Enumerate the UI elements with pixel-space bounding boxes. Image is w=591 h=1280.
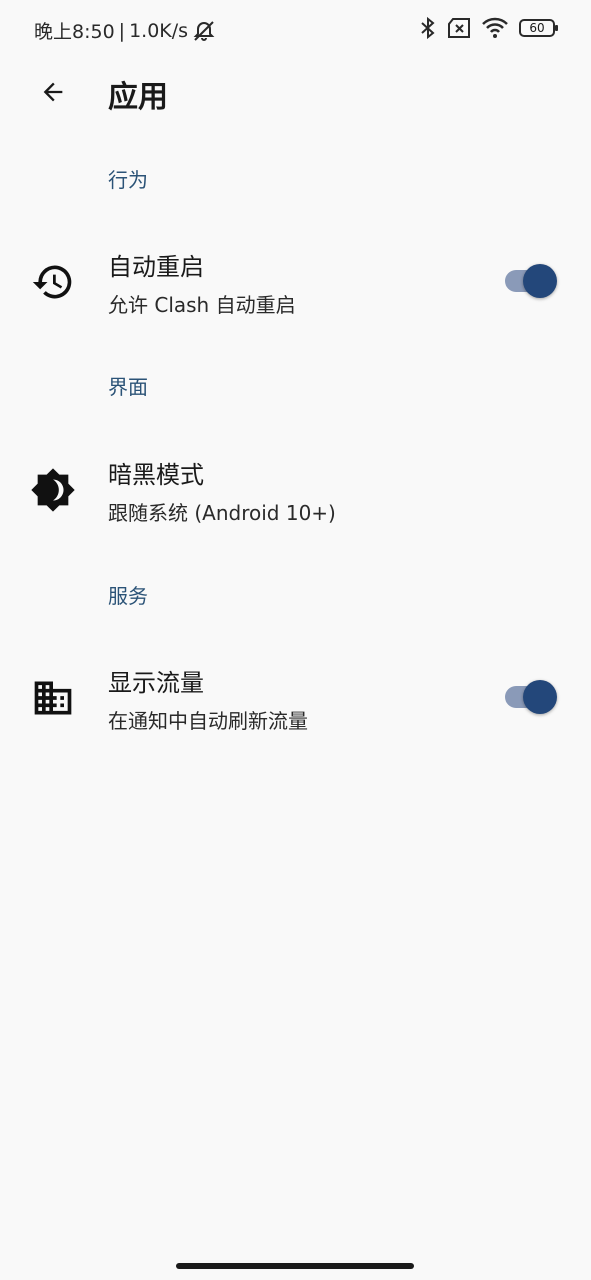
gesture-nav-handle[interactable] (176, 1263, 414, 1269)
pref-title: 自动重启 (108, 253, 204, 281)
pref-dark-mode[interactable]: 暗黑模式 跟随系统 (Android 10+) (0, 455, 591, 555)
pref-auto-restart[interactable]: 自动重启 允许 Clash 自动重启 (0, 247, 591, 347)
section-header-behavior: 行为 (108, 168, 148, 192)
dark-mode-icon (28, 465, 78, 515)
battery-level: 60 (529, 21, 545, 35)
pref-title: 显示流量 (108, 669, 204, 697)
sim-x-icon (448, 18, 470, 38)
network-speed: 1.0K/s (129, 19, 189, 42)
status-left: 晚上8:50 | 1.0K/s (34, 17, 216, 44)
section-header-service: 服务 (108, 584, 148, 608)
restore-history-icon (28, 257, 78, 307)
arrow-back-icon (43, 82, 63, 102)
section-header-interface: 界面 (108, 375, 148, 399)
status-right: 60 (419, 16, 558, 40)
switch-thumb (523, 264, 557, 298)
pref-summary: 允许 Clash 自动重启 (108, 293, 296, 317)
pref-summary: 跟随系统 (Android 10+) (108, 501, 336, 525)
status-separator: | (118, 19, 126, 42)
back-button[interactable] (33, 72, 73, 112)
show-traffic-switch[interactable] (503, 678, 559, 714)
battery-icon: 60 (519, 19, 558, 37)
switch-thumb (523, 680, 557, 714)
status-time: 晚上8:50 (34, 21, 115, 43)
app-bar: 应用 (0, 58, 591, 128)
bluetooth-icon (421, 16, 435, 40)
status-bar: 晚上8:50 | 1.0K/s 60 (0, 0, 591, 58)
pref-title: 暗黑模式 (108, 461, 204, 489)
wifi-icon (482, 17, 508, 38)
building-icon (28, 673, 78, 723)
page-title: 应用 (108, 80, 168, 115)
alarm-off-icon (193, 20, 215, 41)
auto-restart-switch[interactable] (503, 262, 559, 298)
pref-summary: 在通知中自动刷新流量 (108, 709, 308, 733)
pref-show-traffic[interactable]: 显示流量 在通知中自动刷新流量 (0, 663, 591, 763)
